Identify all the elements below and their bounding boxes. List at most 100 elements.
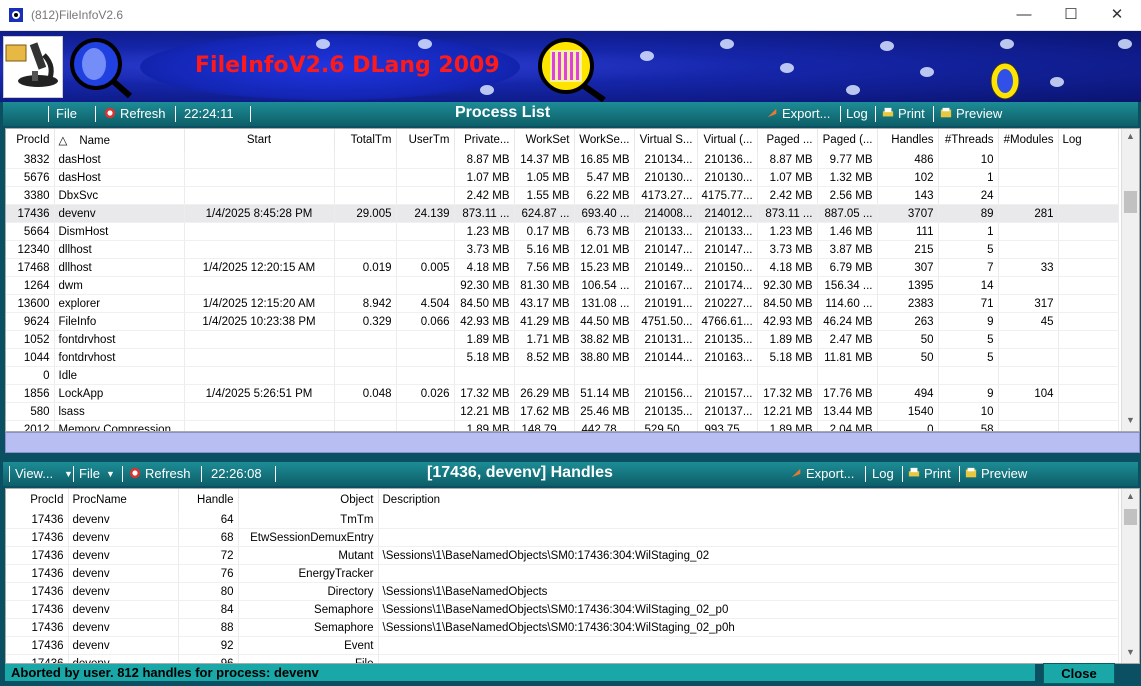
scroll-down-icon[interactable]: ▼ [1122, 415, 1139, 425]
handles-file-menu[interactable]: File [79, 466, 100, 481]
splitter-bar[interactable] [5, 432, 1140, 453]
scroll-up-icon[interactable]: ▲ [1122, 131, 1139, 141]
table-cell: 0.066 [396, 312, 455, 331]
refresh-button[interactable]: Refresh [103, 106, 166, 121]
print-button[interactable]: Print [881, 106, 925, 121]
table-row[interactable]: 1264 dwm 92.30 MB 81.30 MB 106.54 ... 210167.… [6, 276, 1119, 295]
scroll-thumb[interactable] [1124, 509, 1137, 525]
process-grid[interactable]: ProcId △ Name Start TotalTm UserTm Private... W… [5, 128, 1140, 432]
table-row[interactable]: 17436 devenv 92 Event [6, 636, 1119, 655]
table-row[interactable]: 12340 dllhost 3.73 MB 5.16 MB 12.01 MB 210147… [6, 240, 1119, 259]
process-column-header[interactable]: #Threads [938, 129, 999, 151]
sort-ascending-icon: △ [58, 135, 68, 147]
view-menu[interactable]: View... [15, 466, 53, 481]
table-cell: 111 [877, 222, 939, 241]
column-label: Name [79, 135, 111, 147]
table-row[interactable]: 17436 devenv 1/4/2025 8:45:28 PM 29.005 24.1… [6, 204, 1119, 223]
process-column-header[interactable]: Virtual S... [634, 129, 698, 151]
table-row[interactable]: 9624 FileInfo 1/4/2025 10:23:38 PM 0.329 0.0… [6, 312, 1119, 331]
process-column-header[interactable]: Paged ... [757, 129, 818, 151]
log-button[interactable]: Log [846, 106, 868, 121]
table-row[interactable]: 580 lsass 12.21 MB 17.62 MB 25.46 MB 210135..… [6, 402, 1119, 421]
minimize-button[interactable]: — [1001, 0, 1047, 30]
table-cell: 9.77 MB [817, 151, 878, 169]
table-cell [1058, 312, 1119, 331]
table-cell: 1.46 MB [817, 222, 878, 241]
table-row[interactable]: 17436 devenv 68 EtwSessionDemuxEntry [6, 528, 1119, 547]
table-cell: 281 [998, 204, 1059, 223]
table-row[interactable]: 1856 LockApp 1/4/2025 5:26:51 PM 0.048 0.026… [6, 384, 1119, 403]
table-row[interactable]: 1052 fontdrvhost 1.89 MB 1.71 MB 38.82 MB 210… [6, 330, 1119, 349]
process-column-header[interactable]: WorkSe... [574, 129, 635, 151]
handles-print-button[interactable]: Print [907, 466, 951, 481]
handles-export-button[interactable]: Export... [789, 466, 854, 481]
scroll-thumb[interactable] [1124, 191, 1137, 213]
scroll-up-icon[interactable]: ▲ [1122, 491, 1139, 501]
file-menu[interactable]: File [56, 106, 77, 121]
table-row[interactable]: 17436 devenv 72 Mutant \Sessions\1\BaseNamed… [6, 546, 1119, 565]
table-row[interactable]: 5676 dasHost 1.07 MB 1.05 MB 5.47 MB 210130..… [6, 168, 1119, 187]
table-cell: Mutant [238, 546, 379, 565]
process-column-header[interactable]: TotalTm [334, 129, 397, 151]
handles-log-button[interactable]: Log [872, 466, 894, 481]
table-cell: 102 [877, 168, 939, 187]
table-row[interactable]: 17436 devenv 96 File [6, 654, 1119, 663]
process-column-header[interactable]: UserTm [396, 129, 455, 151]
table-cell: 17.32 MB [757, 384, 818, 403]
handles-column-header[interactable]: Handle [178, 489, 239, 511]
table-row[interactable]: 17436 devenv 84 Semaphore \Sessions\1\BaseNa… [6, 600, 1119, 619]
handles-column-header[interactable]: ProcName [68, 489, 179, 511]
process-column-header[interactable]: Handles [877, 129, 939, 151]
table-cell [1058, 258, 1119, 277]
table-row[interactable]: 0 Idle [6, 366, 1119, 385]
handles-column-header[interactable]: Object [238, 489, 379, 511]
table-cell: 214012... [697, 204, 758, 223]
table-cell: 494 [877, 384, 939, 403]
handles-column-header[interactable]: ProcId [6, 489, 69, 511]
process-column-header[interactable]: △ Name [54, 129, 185, 151]
table-row[interactable]: 1044 fontdrvhost 5.18 MB 8.52 MB 38.80 MB 210… [6, 348, 1119, 367]
preview-button[interactable]: Preview [939, 106, 1002, 121]
table-row[interactable]: 17436 devenv 76 EnergyTracker [6, 564, 1119, 583]
process-toolbar: File Refresh 22:24:11 Process List Expor… [3, 102, 1138, 126]
table-row[interactable]: 17436 devenv 80 Directory \Sessions\1\BaseNa… [6, 582, 1119, 601]
process-column-header[interactable]: WorkSet [514, 129, 575, 151]
process-column-header[interactable]: Log [1058, 129, 1119, 151]
table-row[interactable]: 17436 devenv 88 Semaphore \Sessions\1\BaseNa… [6, 618, 1119, 637]
handles-column-header[interactable]: Description [378, 489, 1119, 511]
table-cell: fontdrvhost [54, 330, 185, 349]
view-dropdown-icon[interactable]: ▼ [64, 469, 73, 479]
table-row[interactable]: 2012 Memory Compression 1.89 MB 148.79 ... 4… [6, 420, 1119, 431]
table-row[interactable]: 17468 dllhost 1/4/2025 12:20:15 AM 0.019 0.0… [6, 258, 1119, 277]
close-button[interactable]: Close [1043, 663, 1115, 684]
process-column-header[interactable]: #Modules [998, 129, 1059, 151]
handles-scrollbar[interactable]: ▲ ▼ [1121, 489, 1139, 663]
process-scrollbar[interactable]: ▲ ▼ [1121, 129, 1139, 431]
export-button[interactable]: Export... [765, 106, 830, 121]
table-cell: 0 [6, 366, 55, 385]
process-column-header[interactable]: Paged (... [817, 129, 878, 151]
close-window-button[interactable]: ✕ [1094, 0, 1140, 30]
table-cell: TmTm [238, 511, 379, 529]
handles-grid[interactable]: ProcId ProcName Handle Object Description 17… [5, 488, 1140, 664]
table-row[interactable]: 17436 devenv 64 TmTm [6, 511, 1119, 529]
handles-preview-button[interactable]: Preview [964, 466, 1027, 481]
maximize-button[interactable]: ☐ [1048, 0, 1094, 30]
table-cell: 8.942 [334, 294, 397, 313]
process-column-header[interactable]: Virtual (... [697, 129, 758, 151]
table-cell [998, 348, 1059, 367]
process-column-header[interactable]: ProcId [6, 129, 55, 151]
table-row[interactable]: 5664 DismHost 1.23 MB 0.17 MB 6.73 MB 210133.… [6, 222, 1119, 241]
table-row[interactable]: 3380 DbxSvc 2.42 MB 1.55 MB 6.22 MB 4173.27..… [6, 186, 1119, 205]
handles-refresh-button[interactable]: Refresh [128, 466, 191, 481]
table-row[interactable]: 3832 dasHost 8.87 MB 14.37 MB 16.85 MB 210134… [6, 151, 1119, 169]
table-cell [334, 276, 397, 295]
table-cell: 14 [938, 276, 999, 295]
scroll-down-icon[interactable]: ▼ [1122, 647, 1139, 657]
file-dropdown-icon[interactable]: ▼ [106, 469, 115, 479]
table-cell [396, 330, 455, 349]
column-label: Virtual (... [703, 134, 753, 146]
process-column-header[interactable]: Private... [454, 129, 515, 151]
process-column-header[interactable]: Start [184, 129, 335, 151]
table-row[interactable]: 13600 explorer 1/4/2025 12:15:20 AM 8.942 4.… [6, 294, 1119, 313]
